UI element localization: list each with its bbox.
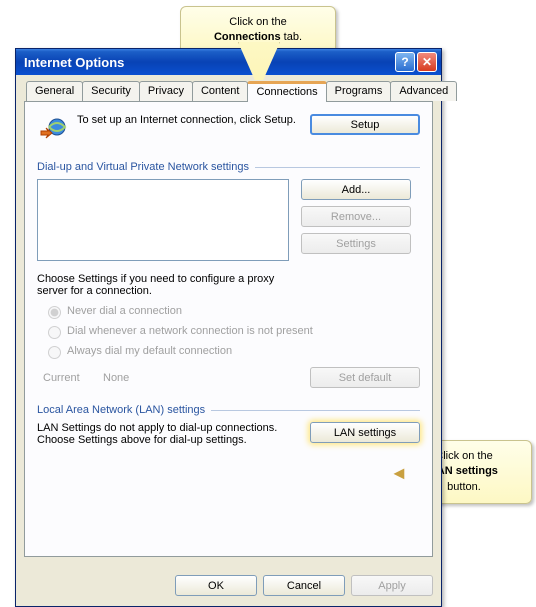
lan-text: LAN Settings do not apply to dial-up con… — [37, 422, 310, 446]
group-label-text: Dial-up and Virtual Private Network sett… — [37, 161, 249, 173]
tab-programs[interactable]: Programs — [326, 81, 392, 101]
window-title: Internet Options — [24, 55, 393, 70]
callout-strong: Connections — [214, 31, 281, 43]
radio-never-input — [48, 306, 61, 319]
current-label: Current — [43, 372, 103, 384]
dialup-listbox[interactable] — [37, 179, 289, 261]
settings-button: Settings — [301, 233, 411, 254]
tab-general[interactable]: General — [26, 81, 83, 101]
callout-text: Click on the — [435, 450, 492, 462]
dialup-group-label: Dial-up and Virtual Private Network sett… — [37, 161, 420, 173]
tab-privacy[interactable]: Privacy — [139, 81, 193, 101]
globe-icon — [37, 114, 73, 147]
tabstrip: General Security Privacy Content Connect… — [24, 81, 433, 101]
radio-label: Never dial a connection — [67, 305, 182, 317]
tab-content[interactable]: Content — [192, 81, 249, 101]
setup-text: To set up an Internet connection, click … — [73, 114, 310, 126]
radio-dial-whenever: Dial whenever a network connection is no… — [43, 323, 420, 339]
tab-panel-connections: To set up an Internet connection, click … — [24, 101, 433, 557]
callout-text: Click on the — [229, 16, 286, 28]
lan-row: LAN Settings do not apply to dial-up con… — [37, 422, 420, 446]
radio-never-dial: Never dial a connection — [43, 303, 420, 319]
titlebar: Internet Options ? ✕ — [16, 49, 441, 75]
lan-group-label: Local Area Network (LAN) settings — [37, 404, 420, 416]
radio-label: Dial whenever a network connection is no… — [67, 325, 313, 337]
radio-always-input — [48, 346, 61, 359]
lan-settings-button[interactable]: LAN settings — [310, 422, 420, 443]
ok-button[interactable]: OK — [175, 575, 257, 596]
help-button[interactable]: ? — [395, 52, 415, 72]
setup-row: To set up an Internet connection, click … — [37, 114, 420, 147]
current-value: None — [103, 372, 129, 384]
divider — [255, 167, 420, 168]
callout-text: button. — [447, 481, 481, 493]
tab-connections[interactable]: Connections — [247, 81, 326, 102]
setup-button[interactable]: Setup — [310, 114, 420, 135]
callout-arrow-left-icon: ◄ — [390, 463, 408, 484]
set-default-button: Set default — [310, 367, 420, 388]
dialup-hint: Choose Settings if you need to configure… — [37, 273, 297, 297]
current-default-row: Current None Set default — [43, 367, 420, 388]
close-icon: ✕ — [422, 55, 432, 69]
radio-label: Always dial my default connection — [67, 345, 232, 357]
dialup-side-buttons: Add... Remove... Settings — [301, 179, 411, 254]
dialup-list-row: Add... Remove... Settings — [37, 179, 420, 261]
tab-security[interactable]: Security — [82, 81, 140, 101]
apply-button: Apply — [351, 575, 433, 596]
window-body: General Security Privacy Content Connect… — [16, 75, 441, 565]
tab-advanced[interactable]: Advanced — [390, 81, 457, 101]
add-button[interactable]: Add... — [301, 179, 411, 200]
divider — [211, 410, 420, 411]
callout-text: tab. — [281, 31, 302, 43]
cancel-button[interactable]: Cancel — [263, 575, 345, 596]
close-button[interactable]: ✕ — [417, 52, 437, 72]
dialog-footer: OK Cancel Apply — [16, 565, 441, 606]
group-label-text: Local Area Network (LAN) settings — [37, 404, 205, 416]
radio-always-dial: Always dial my default connection — [43, 343, 420, 359]
radio-whenever-input — [48, 326, 61, 339]
internet-options-window: Internet Options ? ✕ General Security Pr… — [15, 48, 442, 607]
help-icon: ? — [401, 55, 408, 69]
remove-button: Remove... — [301, 206, 411, 227]
